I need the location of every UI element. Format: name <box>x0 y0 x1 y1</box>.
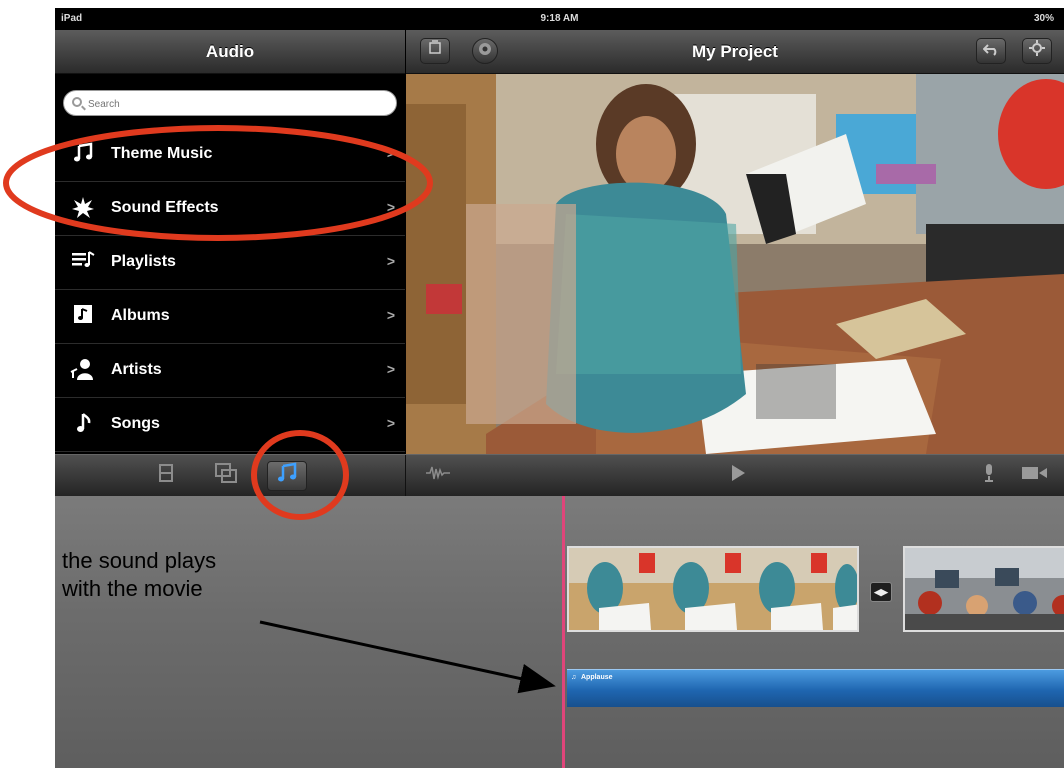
undo-icon <box>982 44 997 56</box>
menu-item-artists[interactable]: Artists > <box>55 344 405 398</box>
search-field[interactable] <box>63 90 397 116</box>
menu-item-label: Theme Music <box>111 145 213 162</box>
audio-nav-bar: Audio <box>55 30 405 74</box>
playlist-icon <box>69 250 97 276</box>
menu-item-label: Artists <box>111 361 162 378</box>
video-tab[interactable] <box>151 463 181 489</box>
chevron-right-icon: > <box>386 361 395 377</box>
clip-thumbnails <box>569 548 857 630</box>
video-clip[interactable] <box>567 546 859 632</box>
project-nav-bar: My Project <box>406 30 1064 74</box>
clip-thumbnails <box>905 548 1064 630</box>
chevron-right-icon: > <box>386 199 395 215</box>
menu-item-label: Playlists <box>111 253 176 270</box>
ipad-screen: iPad 9:18 AM 30% Audio My Project Search… <box>55 8 1064 768</box>
chevron-right-icon: > <box>386 307 395 323</box>
audio-panel: Theme Music > Sound Effects > Playlists … <box>55 74 405 454</box>
audio-tab[interactable] <box>267 461 307 491</box>
settings-button[interactable] <box>1022 38 1052 64</box>
menu-item-songs[interactable]: Songs > <box>55 398 405 452</box>
audio-menu: Theme Music > Sound Effects > Playlists … <box>55 128 405 452</box>
video-clip[interactable] <box>903 546 1064 632</box>
camera-button[interactable] <box>1017 463 1053 489</box>
starburst-icon <box>69 196 97 222</box>
clock: 9:18 AM <box>540 13 579 24</box>
browser-toolbar <box>55 454 1064 497</box>
menu-item-theme-music[interactable]: Theme Music > <box>55 128 405 182</box>
audio-title: Audio <box>205 42 255 61</box>
video-preview[interactable] <box>406 74 1064 454</box>
transition-button[interactable]: ◀▶ <box>870 582 892 602</box>
record-voiceover-button[interactable] <box>977 463 1001 489</box>
single-note-icon <box>69 412 97 438</box>
play-icon <box>732 465 745 481</box>
status-bar: iPad 9:18 AM 30% <box>55 8 1064 30</box>
timeline[interactable]: ◀▶ ♫ Applause <box>55 496 1064 768</box>
annotation-line: the sound plays <box>62 548 217 573</box>
search-icon <box>72 97 82 107</box>
chevron-right-icon: > <box>386 145 395 161</box>
menu-item-playlists[interactable]: Playlists > <box>55 236 405 290</box>
menu-item-label: Albums <box>111 307 170 324</box>
photos-tab[interactable] <box>211 463 241 489</box>
play-button[interactable] <box>723 463 753 489</box>
video-camera-icon <box>1022 467 1047 479</box>
photos-icon <box>215 463 237 483</box>
music-note-icon <box>278 462 297 482</box>
menu-item-label: Sound Effects <box>111 199 219 216</box>
annotation-text: the sound plays with the movie <box>62 547 362 603</box>
preview-image <box>406 74 1064 454</box>
toolbar-divider <box>405 455 406 497</box>
menu-item-sound-effects[interactable]: Sound Effects > <box>55 182 405 236</box>
undo-button[interactable] <box>976 38 1006 64</box>
gear-icon <box>1029 40 1045 56</box>
battery-indicator: 30% <box>1033 13 1054 24</box>
audio-track[interactable]: ♫ Applause <box>567 669 1064 707</box>
annotation-line: with the movie <box>62 576 203 601</box>
chevron-right-icon: > <box>386 415 395 431</box>
artist-icon <box>69 358 97 384</box>
audio-clip-label: Applause <box>581 674 613 681</box>
music-note-icon: ♫ <box>571 674 577 681</box>
waveform-icon <box>426 466 450 480</box>
search-input[interactable] <box>88 95 388 113</box>
album-icon <box>69 304 97 330</box>
microphone-icon <box>985 464 993 482</box>
transition-icon: ◀▶ <box>874 587 888 597</box>
video-clips-icon <box>159 464 173 482</box>
menu-item-albums[interactable]: Albums > <box>55 290 405 344</box>
audio-waveform-button[interactable] <box>423 463 453 489</box>
chevron-right-icon: > <box>386 253 395 269</box>
project-title: My Project <box>692 42 778 61</box>
music-note-icon <box>69 142 97 168</box>
menu-item-label: Songs <box>111 415 160 432</box>
playhead[interactable] <box>562 496 565 768</box>
